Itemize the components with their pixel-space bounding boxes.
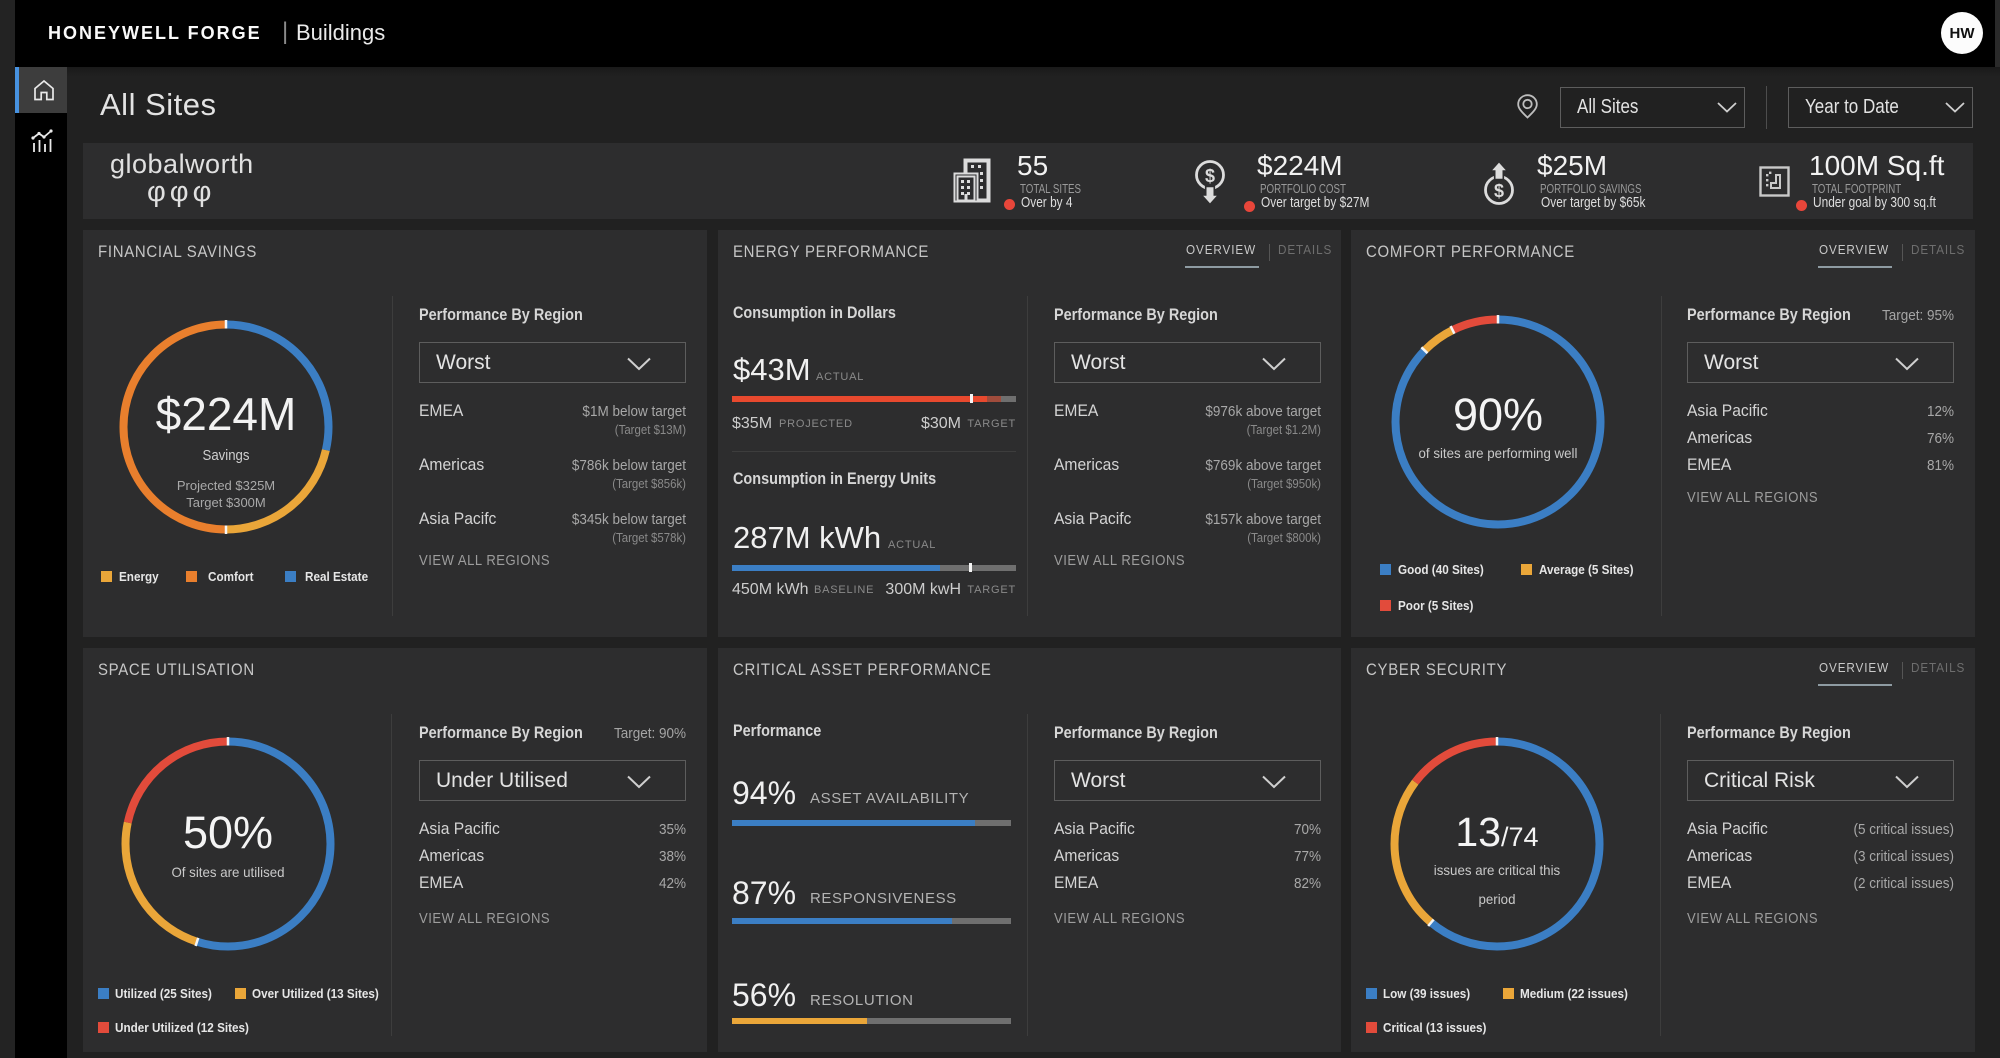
- svg-text:$: $: [1205, 166, 1215, 186]
- svg-text:$: $: [1494, 181, 1504, 201]
